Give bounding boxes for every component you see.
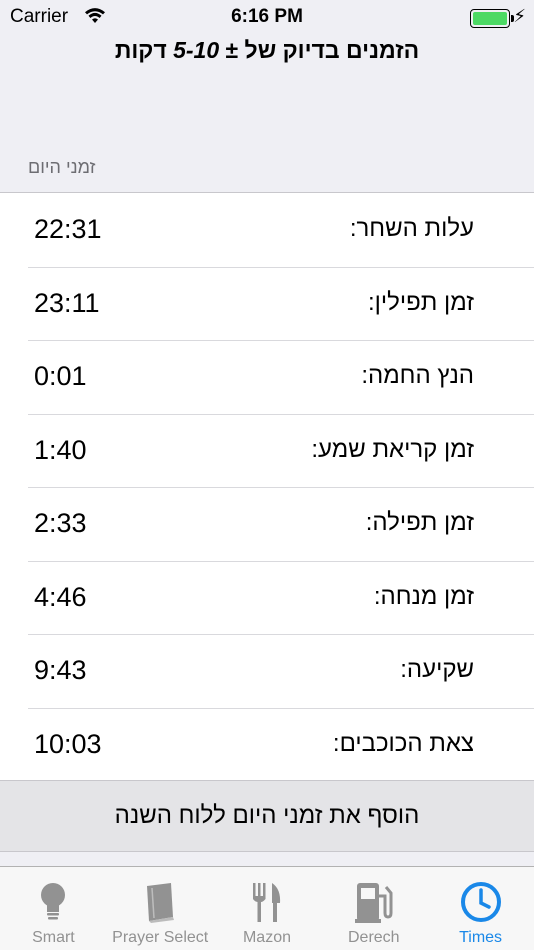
tab-times[interactable]: Times — [427, 867, 534, 950]
tab-label: Smart — [32, 929, 75, 946]
time-label: הנץ החמה: — [361, 362, 474, 389]
time-value: 9:43 — [34, 655, 87, 685]
time-label: זמן מנחה: — [373, 582, 474, 610]
time-row: עלות השחר: 22:31 — [0, 193, 534, 267]
tab-prayer-select[interactable]: Prayer Select — [107, 867, 214, 950]
time-value: 22:31 — [34, 214, 102, 244]
time-row: זמן תפילה: 2:33 — [0, 487, 534, 561]
time-value: 1:40 — [34, 434, 87, 465]
time-row: צאת הכוכבים: 10:03 — [0, 707, 534, 782]
tab-derech[interactable]: Derech — [320, 867, 427, 950]
section-header: זמני היום — [28, 157, 96, 177]
time-label: עלות השחר: — [349, 215, 474, 242]
tab-mazon[interactable]: Mazon — [214, 867, 321, 950]
clock-icon — [456, 877, 506, 927]
time-label: זמן קריאת שמע: — [311, 435, 474, 463]
add-to-calendar-button[interactable]: הוסף את זמני היום ללוח השנה — [0, 780, 534, 852]
time-row: זמן קריאת שמע: 1:40 — [0, 413, 534, 488]
tab-label: Prayer Select — [112, 929, 209, 946]
time-row: זמן תפילין: 23:11 — [0, 266, 534, 341]
tab-label: Mazon — [242, 929, 291, 946]
time-row: הנץ החמה: 0:01 — [0, 340, 534, 414]
lightbulb-icon — [28, 877, 78, 927]
tab-bar: Smart Prayer Select Mazon Derech Times — [0, 866, 534, 950]
fork-knife-icon — [242, 877, 292, 927]
time-label: שקיעה: — [400, 656, 474, 683]
gas-pump-icon — [349, 877, 399, 927]
time-label: צאת הכוכבים: — [332, 729, 474, 757]
time-value: 0:01 — [34, 361, 87, 391]
status-bar: Carrier 6:16 PM ⚡ — [0, 0, 534, 36]
times-list: עלות השחר: 22:31 זמן תפילין: 23:11 הנץ ה… — [0, 192, 534, 780]
status-time: 6:16 PM — [231, 6, 303, 27]
time-label: זמן תפילה: — [365, 509, 474, 536]
tab-label: Derech — [348, 929, 400, 946]
battery-icon — [470, 9, 510, 28]
time-value: 23:11 — [34, 287, 100, 318]
page-title: הזמנים בדיוק של ± 5-10 דקות — [0, 37, 534, 64]
title-prefix: הזמנים בדיוק של ± — [219, 37, 420, 63]
time-value: 10:03 — [34, 728, 102, 759]
tab-smart[interactable]: Smart — [0, 867, 107, 950]
time-label: זמן תפילין: — [368, 288, 474, 316]
time-value: 2:33 — [34, 508, 87, 538]
time-row: זמן מנחה: 4:46 — [0, 560, 534, 635]
tab-label: Times — [459, 929, 503, 946]
title-range: 5-10 — [173, 37, 220, 63]
time-value: 4:46 — [34, 581, 87, 612]
title-suffix: דקות — [114, 37, 174, 63]
book-icon — [135, 877, 185, 927]
time-row: שקיעה: 9:43 — [0, 634, 534, 708]
charging-bolt-icon: ⚡ — [513, 6, 526, 26]
